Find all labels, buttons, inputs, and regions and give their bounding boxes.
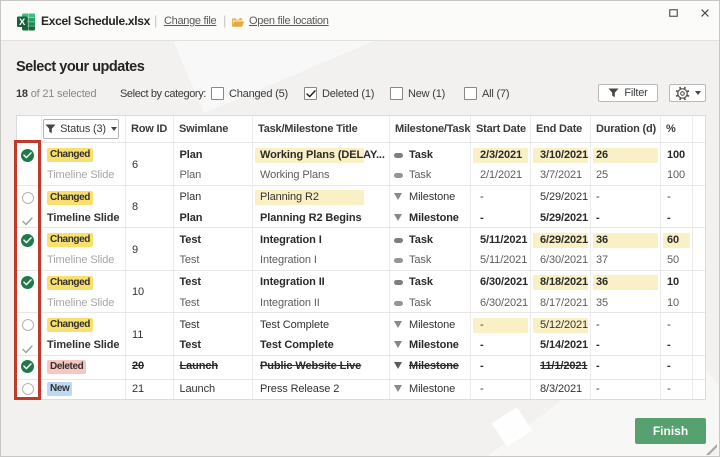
svg-text:X: X [19, 17, 26, 28]
